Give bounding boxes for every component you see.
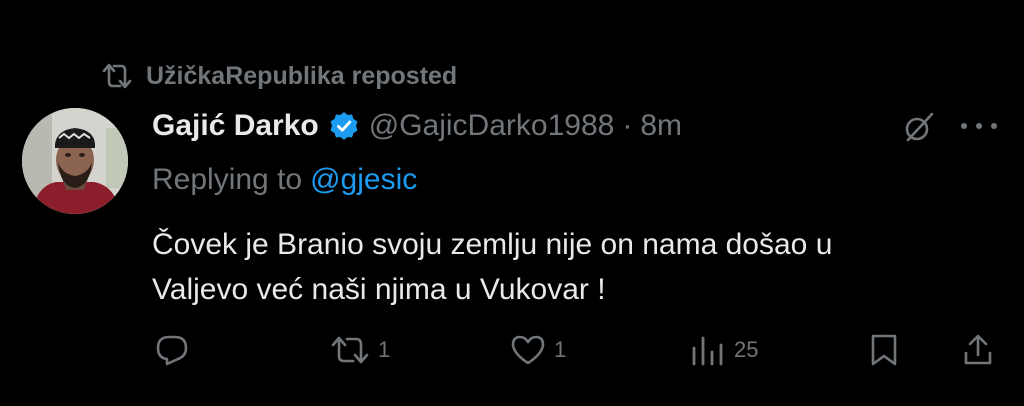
views-count: 25 — [734, 337, 759, 362]
retweet-button[interactable]: 1 — [330, 332, 390, 368]
reply-icon — [156, 335, 188, 366]
share-button[interactable] — [962, 332, 994, 368]
views-chart-icon — [692, 336, 723, 366]
replying-prefix: Replying to — [152, 163, 303, 196]
grok-icon[interactable] — [902, 110, 936, 144]
retweet-count: 1 — [378, 337, 391, 362]
bookmark-button[interactable] — [868, 332, 900, 368]
mention-link[interactable]: @gjesic — [310, 163, 417, 197]
timestamp[interactable]: 8m — [640, 109, 682, 143]
more-dots-icon[interactable] — [958, 120, 1000, 132]
views-button[interactable]: 25 — [690, 332, 758, 368]
verified-badge-icon — [330, 112, 358, 140]
repost-text[interactable]: UžičkaRepublika reposted — [146, 62, 457, 91]
bookmark-icon — [871, 334, 897, 366]
tweet-header: Gajić Darko @GajicDarko1988 · 8m — [152, 104, 682, 148]
replying-to: Replying to @gjesic — [152, 160, 417, 200]
retweet-icon — [102, 63, 132, 89]
separator-dot: · — [622, 109, 633, 142]
like-count: 1 — [554, 337, 567, 362]
retweet-icon — [331, 336, 369, 364]
like-button[interactable]: 1 — [510, 332, 566, 368]
heart-icon — [511, 335, 545, 365]
tweet-text: Čovek je Branio svoju zemlju nije on nam… — [152, 228, 833, 306]
handle[interactable]: @GajicDarko1988 — [369, 109, 615, 143]
reply-button[interactable] — [155, 332, 197, 368]
display-name[interactable]: Gajić Darko — [152, 109, 319, 143]
avatar[interactable] — [22, 108, 128, 214]
avatar-image — [22, 108, 128, 214]
repost-indicator: UžičkaRepublika reposted — [100, 58, 457, 94]
share-icon — [964, 334, 992, 365]
